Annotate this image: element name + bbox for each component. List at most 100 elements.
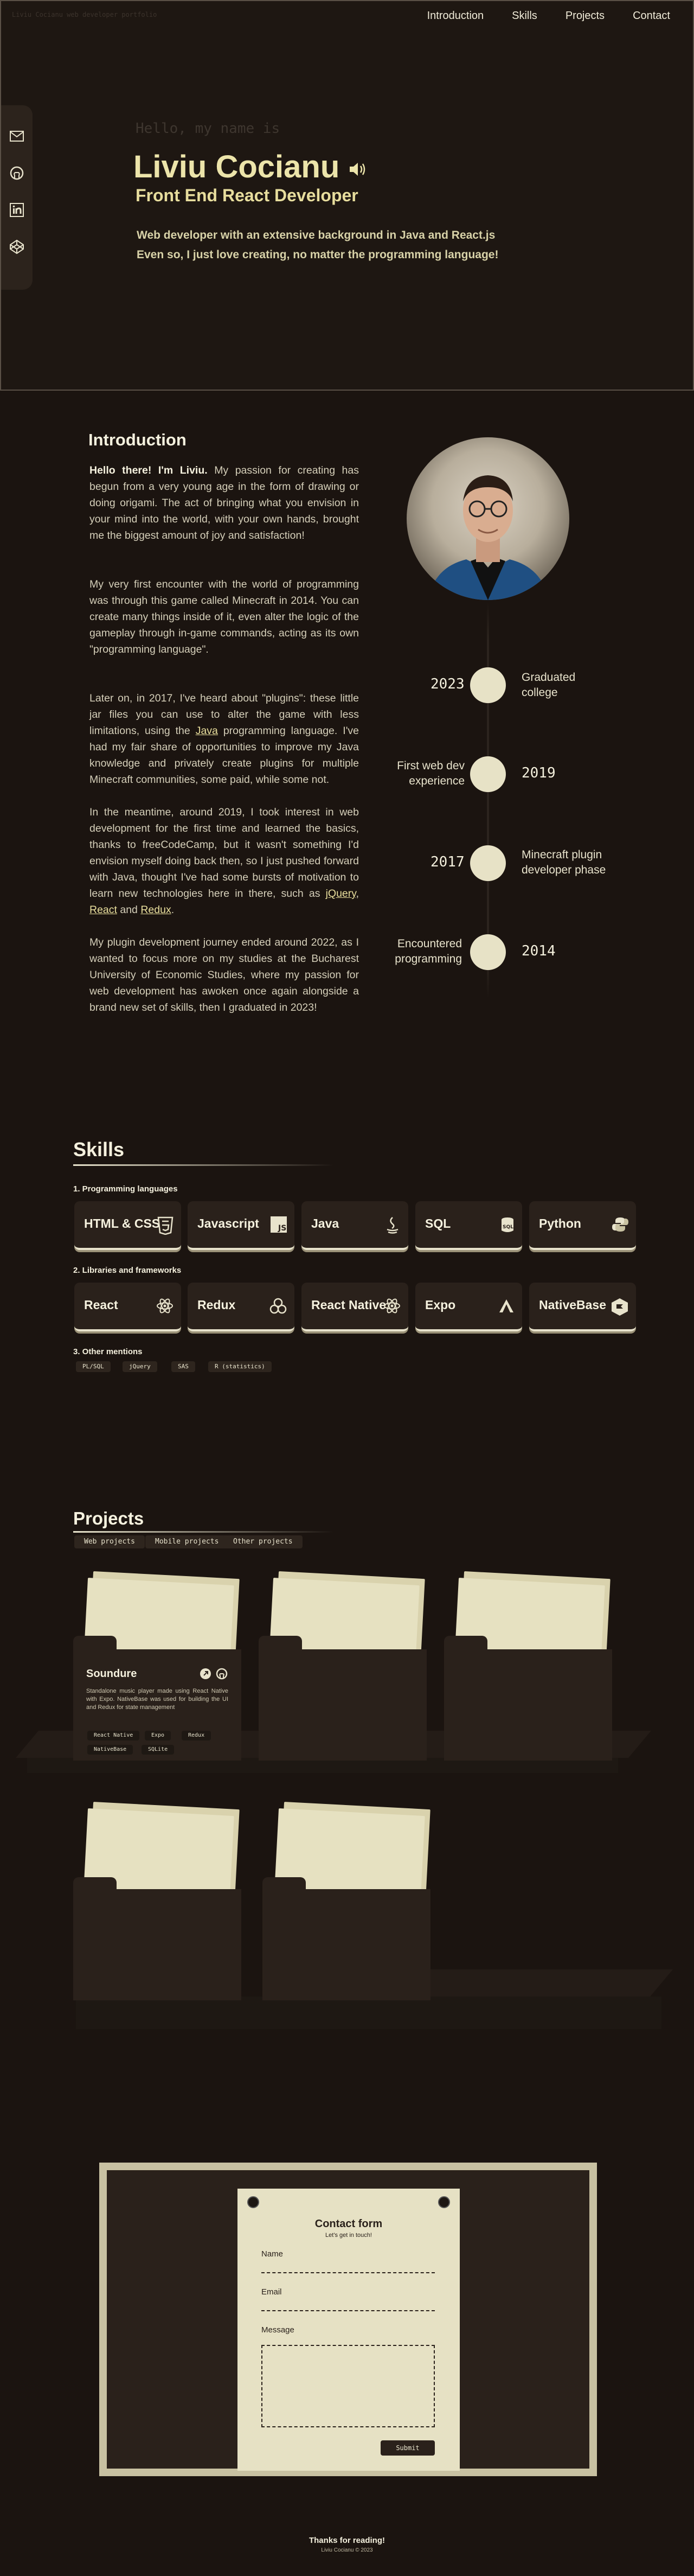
timeline-label-2019: First web dev experience [397, 760, 465, 787]
timeline-dot-2019 [470, 756, 506, 792]
jquery-link[interactable]: jQuery [326, 888, 356, 900]
nav-contact[interactable]: Contact [633, 10, 670, 22]
footer-copyright: Liviu Cocianu © 2023 [321, 2547, 373, 2553]
react-link[interactable]: React [89, 904, 117, 916]
other-skill-chip: PL/SQL [76, 1361, 111, 1372]
python-icon [612, 1216, 628, 1235]
external-link-icon[interactable] [200, 1668, 211, 1682]
javascript-icon: JS [271, 1216, 287, 1235]
nav-projects[interactable]: Projects [566, 10, 605, 22]
github-icon[interactable] [8, 164, 26, 182]
expo-icon [498, 1298, 515, 1317]
greeting: Hello, my name is [136, 120, 280, 137]
timeline-dot-2017 [470, 845, 506, 881]
skill-card-html-css[interactable]: HTML & CSS [74, 1201, 181, 1250]
skills-category-libraries: 2. Libraries and frameworks [73, 1266, 182, 1275]
codepen-icon[interactable] [8, 238, 26, 256]
other-skill-chip: jQuery [123, 1361, 157, 1372]
skill-name: Redux [197, 1298, 236, 1312]
intro-p4-sep2: and [117, 904, 141, 916]
html-icon [157, 1216, 174, 1238]
skill-name: Expo [425, 1298, 456, 1312]
project-folder-soundure[interactable]: Soundure Standalone music player made us… [73, 1649, 241, 1761]
intro-paragraph-5: My plugin development journey ended arou… [89, 936, 359, 1013]
skill-card-sql[interactable]: SQL SQL [415, 1201, 522, 1250]
tab-other-projects[interactable]: Other projects [223, 1535, 303, 1548]
timeline-year-2017: 2017 [430, 854, 465, 870]
intro-p4-end: . [171, 904, 175, 916]
skills-title: Skills [73, 1138, 125, 1161]
hero-description-1: Web developer with an extensive backgrou… [137, 229, 496, 241]
email-field[interactable] [261, 2310, 435, 2311]
svg-text:JS: JS [278, 1224, 286, 1233]
submit-button[interactable]: Submit [381, 2440, 435, 2456]
timeline-dot-2014 [470, 934, 506, 970]
projects-title: Projects [73, 1508, 144, 1528]
intro-p4a: In the meantime, around 2019, I took int… [89, 806, 359, 900]
skill-card-redux[interactable]: Redux [188, 1283, 294, 1331]
svg-text:SQL: SQL [503, 1225, 513, 1230]
skill-card-react-native[interactable]: React Native [301, 1283, 408, 1331]
skill-card-python[interactable]: Python [529, 1201, 636, 1250]
name-label: Name [261, 2249, 284, 2259]
nav-introduction[interactable]: Introduction [427, 10, 484, 22]
github-icon[interactable] [216, 1668, 228, 1682]
project-tag: Expo [145, 1731, 171, 1740]
name-field[interactable] [261, 2272, 435, 2273]
mail-icon[interactable] [8, 127, 26, 145]
intro-paragraph-3: Later on, in 2017, I've heard about "plu… [89, 690, 359, 788]
skill-card-nativebase[interactable]: NativeBase [529, 1283, 636, 1331]
java-link[interactable]: Java [196, 725, 218, 737]
redux-link[interactable]: Redux [140, 904, 171, 916]
skill-card-java[interactable]: Java [301, 1201, 408, 1250]
nativebase-icon [611, 1298, 628, 1319]
timeline-label-2017: Minecraft plugin developer phase [522, 849, 606, 876]
skill-name: React Native [311, 1298, 387, 1312]
message-field[interactable] [261, 2345, 435, 2427]
project-tag: Redux [182, 1731, 211, 1740]
project-folder[interactable] [444, 1649, 612, 1761]
intro-title: Introduction [88, 430, 187, 449]
intro-greeting: Hello there! I'm Liviu. [89, 464, 208, 476]
pin-icon [438, 2196, 450, 2208]
footer-thanks: Thanks for reading! [309, 2536, 385, 2545]
linkedin-icon[interactable] [8, 201, 26, 219]
main-nav: Introduction Skills Projects Contact [427, 10, 670, 22]
pin-icon [247, 2196, 259, 2208]
skill-name: React [84, 1298, 118, 1312]
project-folder[interactable] [73, 1889, 241, 2000]
database-icon: SQL [500, 1216, 515, 1236]
tab-web-projects[interactable]: Web projects [74, 1535, 145, 1548]
speaker-icon[interactable] [348, 149, 367, 185]
timeline-year-2023: 2023 [430, 676, 465, 692]
skill-name: SQL [425, 1216, 451, 1230]
project-folder[interactable] [262, 1889, 430, 2000]
hero-name-row: Liviu Cocianu [133, 149, 367, 185]
contact-subtitle: Let's get in touch! [325, 2232, 372, 2239]
project-title: Soundure [86, 1668, 137, 1680]
skill-name: HTML & CSS [84, 1216, 160, 1230]
project-folder[interactable] [259, 1649, 427, 1761]
intro-paragraph-1: Hello there! I'm Liviu. My passion for c… [89, 462, 359, 544]
message-label: Message [261, 2325, 294, 2335]
hero-section: Liviu Cocianu web developer portfolio In… [0, 0, 694, 391]
timeline-label-2014: Encountered programming [395, 938, 462, 965]
skills-category-languages: 1. Programming languages [73, 1184, 178, 1194]
react-icon [383, 1298, 401, 1317]
nav-skills[interactable]: Skills [512, 10, 537, 22]
tab-mobile-projects[interactable]: Mobile projects [145, 1535, 229, 1548]
profile-photo [407, 437, 569, 600]
skill-card-javascript[interactable]: Javascript JS [188, 1201, 294, 1250]
other-skill-chip: SAS [171, 1361, 195, 1372]
project-description: Standalone music player made using React… [86, 1688, 228, 1711]
skill-card-expo[interactable]: Expo [415, 1283, 522, 1331]
hero-role: Front End React Developer [136, 186, 358, 205]
timeline-label-2023: Graduated college [522, 671, 576, 699]
skills-underline [73, 1164, 333, 1166]
hero-name: Liviu Cocianu [133, 149, 340, 184]
skill-card-react[interactable]: React [74, 1283, 181, 1331]
intro-paragraph-4: In the meantime, around 2019, I took int… [89, 804, 359, 918]
contact-title: Contact form [314, 2218, 383, 2230]
intro-paragraph-2: My very first encounter with the world o… [89, 578, 359, 655]
skill-name: Python [539, 1216, 581, 1230]
